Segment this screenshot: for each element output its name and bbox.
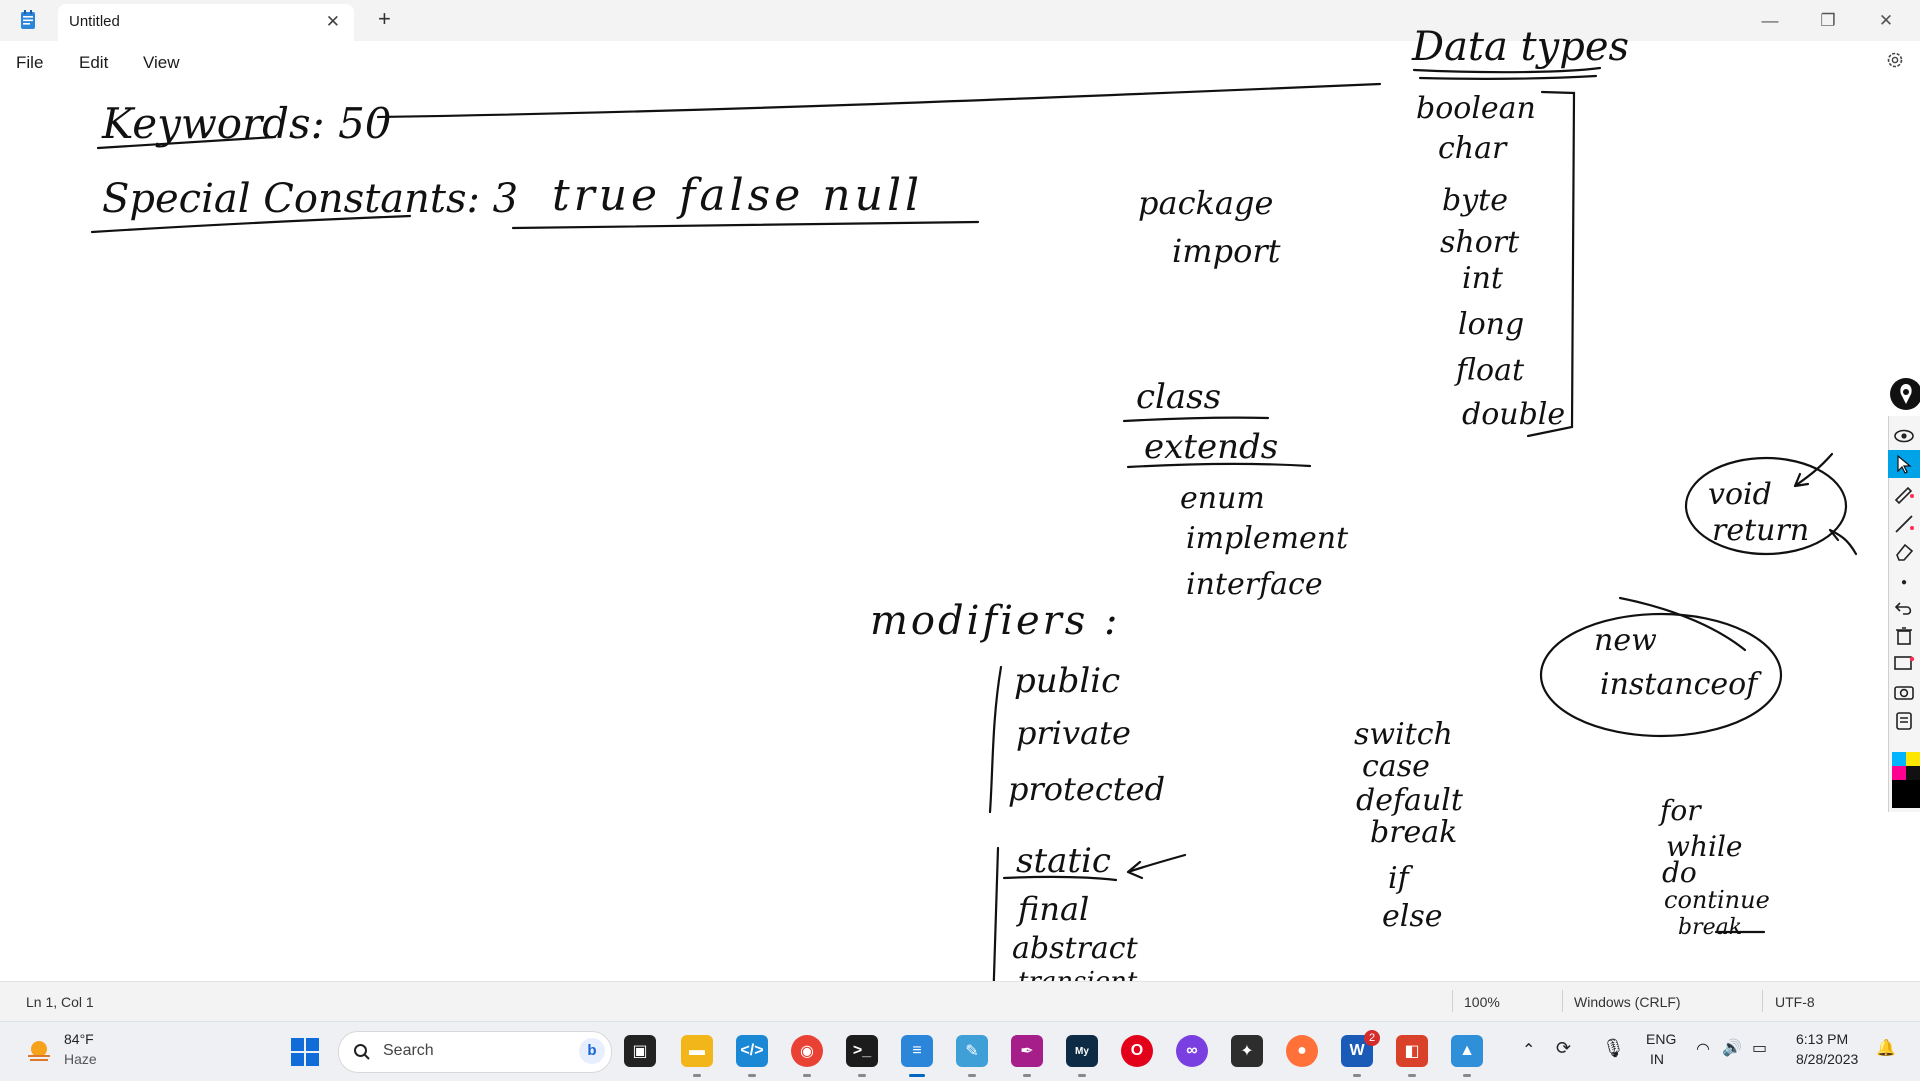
file-explorer-icon[interactable]: ▬	[681, 1035, 713, 1067]
sun-haze-icon	[28, 1041, 50, 1061]
wifi-icon[interactable]: ◠	[1696, 1039, 1710, 1059]
status-bar: Ln 1, Col 1 100% Windows (CRLF) UTF-8	[0, 981, 1920, 1022]
clipboard-icon[interactable]	[1888, 706, 1920, 734]
text-editor-area[interactable]	[0, 82, 1920, 981]
bing-icon[interactable]: b	[579, 1038, 605, 1064]
tab-untitled[interactable]: Untitled ✕	[58, 4, 354, 41]
sync-icon[interactable]: ⟳	[1556, 1038, 1571, 1059]
battery-icon[interactable]: ▭	[1752, 1038, 1767, 1058]
firefox-icon[interactable]: ●	[1286, 1035, 1318, 1067]
vscode-icon[interactable]: </>	[736, 1035, 768, 1067]
line-ending: Windows (CRLF)	[1574, 994, 1681, 1010]
pen-toolbar: ●	[1888, 376, 1920, 812]
weather-widget[interactable]	[24, 1036, 54, 1066]
zoom-level: 100%	[1464, 994, 1500, 1010]
presentation-app-icon[interactable]: ◧	[1396, 1035, 1428, 1067]
minimize-button[interactable]: —	[1747, 6, 1793, 36]
tab-title: Untitled	[69, 13, 120, 30]
eraser-icon[interactable]	[1888, 538, 1920, 566]
opera-icon[interactable]: O	[1121, 1035, 1153, 1067]
color-swatch-yellow[interactable]	[1906, 752, 1920, 766]
pen-annotation-icon[interactable]: ✒	[1011, 1035, 1043, 1067]
cursor-position: Ln 1, Col 1	[26, 994, 94, 1010]
encoding: UTF-8	[1775, 994, 1815, 1010]
maximize-button[interactable]: ❐	[1805, 6, 1851, 36]
windows-start-button[interactable]	[290, 1037, 320, 1067]
search-placeholder: Search	[383, 1042, 434, 1059]
camera-icon[interactable]	[1888, 678, 1920, 706]
weather-desc: Haze	[64, 1051, 97, 1067]
color-swatch-black[interactable]	[1906, 766, 1920, 780]
trash-icon[interactable]	[1888, 622, 1920, 650]
undo-icon[interactable]	[1888, 594, 1920, 622]
chevron-up-icon[interactable]: ⌃	[1522, 1040, 1535, 1060]
taskbar: 84°F Haze Search b ▣ ▬ </> ◉ >_ ≡ ✎ ✒ My…	[0, 1021, 1920, 1081]
close-window-button[interactable]: ✕	[1863, 6, 1909, 36]
menu-edit[interactable]: Edit	[79, 53, 108, 73]
title-bar: Untitled ✕ + — ❐ ✕	[0, 0, 1920, 41]
clock-time[interactable]: 6:13 PM	[1796, 1031, 1848, 1047]
language-bottom[interactable]: IN	[1650, 1051, 1664, 1067]
notepad-taskbar-icon[interactable]: ≡	[901, 1035, 933, 1067]
new-tab-button[interactable]: +	[378, 6, 391, 32]
search-icon	[354, 1044, 370, 1060]
clock-date[interactable]: 8/28/2023	[1796, 1051, 1858, 1067]
pen-icon[interactable]	[1888, 480, 1920, 508]
task-view-icon[interactable]: ▣	[624, 1035, 656, 1067]
close-tab-icon[interactable]: ✕	[326, 12, 340, 32]
windows-logo-icon	[291, 1038, 319, 1066]
whiteboard-icon[interactable]	[1888, 650, 1920, 678]
eye-icon[interactable]	[1888, 422, 1920, 450]
mysql-icon[interactable]: My	[1066, 1035, 1098, 1067]
infinity-app-icon[interactable]: ∞	[1176, 1035, 1208, 1067]
paint-icon[interactable]: ✎	[956, 1035, 988, 1067]
microphone-icon[interactable]: 🎙	[1602, 1038, 1625, 1059]
terminal-icon[interactable]: >_	[846, 1035, 878, 1067]
cursor-select-icon[interactable]	[1888, 450, 1920, 478]
menu-bar: File Edit View	[0, 41, 1920, 83]
menu-view[interactable]: View	[143, 53, 180, 73]
taskbar-search[interactable]: Search b	[338, 1031, 612, 1073]
chrome-icon[interactable]: ◉	[791, 1035, 823, 1067]
menu-file[interactable]: File	[16, 53, 43, 73]
feather-app-icon[interactable]: ✦	[1231, 1035, 1263, 1067]
volume-icon[interactable]: 🔊	[1722, 1038, 1742, 1058]
notepad-app-icon	[21, 10, 35, 29]
settings-gear-icon[interactable]	[1884, 49, 1906, 71]
notification-bell-icon[interactable]: 🔔	[1876, 1038, 1896, 1058]
color-swatch-magenta[interactable]	[1892, 766, 1906, 780]
current-color-black[interactable]	[1892, 780, 1920, 808]
photos-icon[interactable]: ▲	[1451, 1035, 1483, 1067]
weather-temp: 84°F	[64, 1031, 94, 1047]
word-badge: 2	[1364, 1030, 1380, 1046]
language-top[interactable]: ENG	[1646, 1031, 1676, 1047]
color-swatch-cyan[interactable]	[1892, 752, 1906, 766]
line-tool-icon[interactable]	[1888, 510, 1920, 538]
pen-tool-logo-icon[interactable]	[1888, 376, 1920, 412]
dot-size-icon[interactable]: ●	[1888, 568, 1920, 596]
